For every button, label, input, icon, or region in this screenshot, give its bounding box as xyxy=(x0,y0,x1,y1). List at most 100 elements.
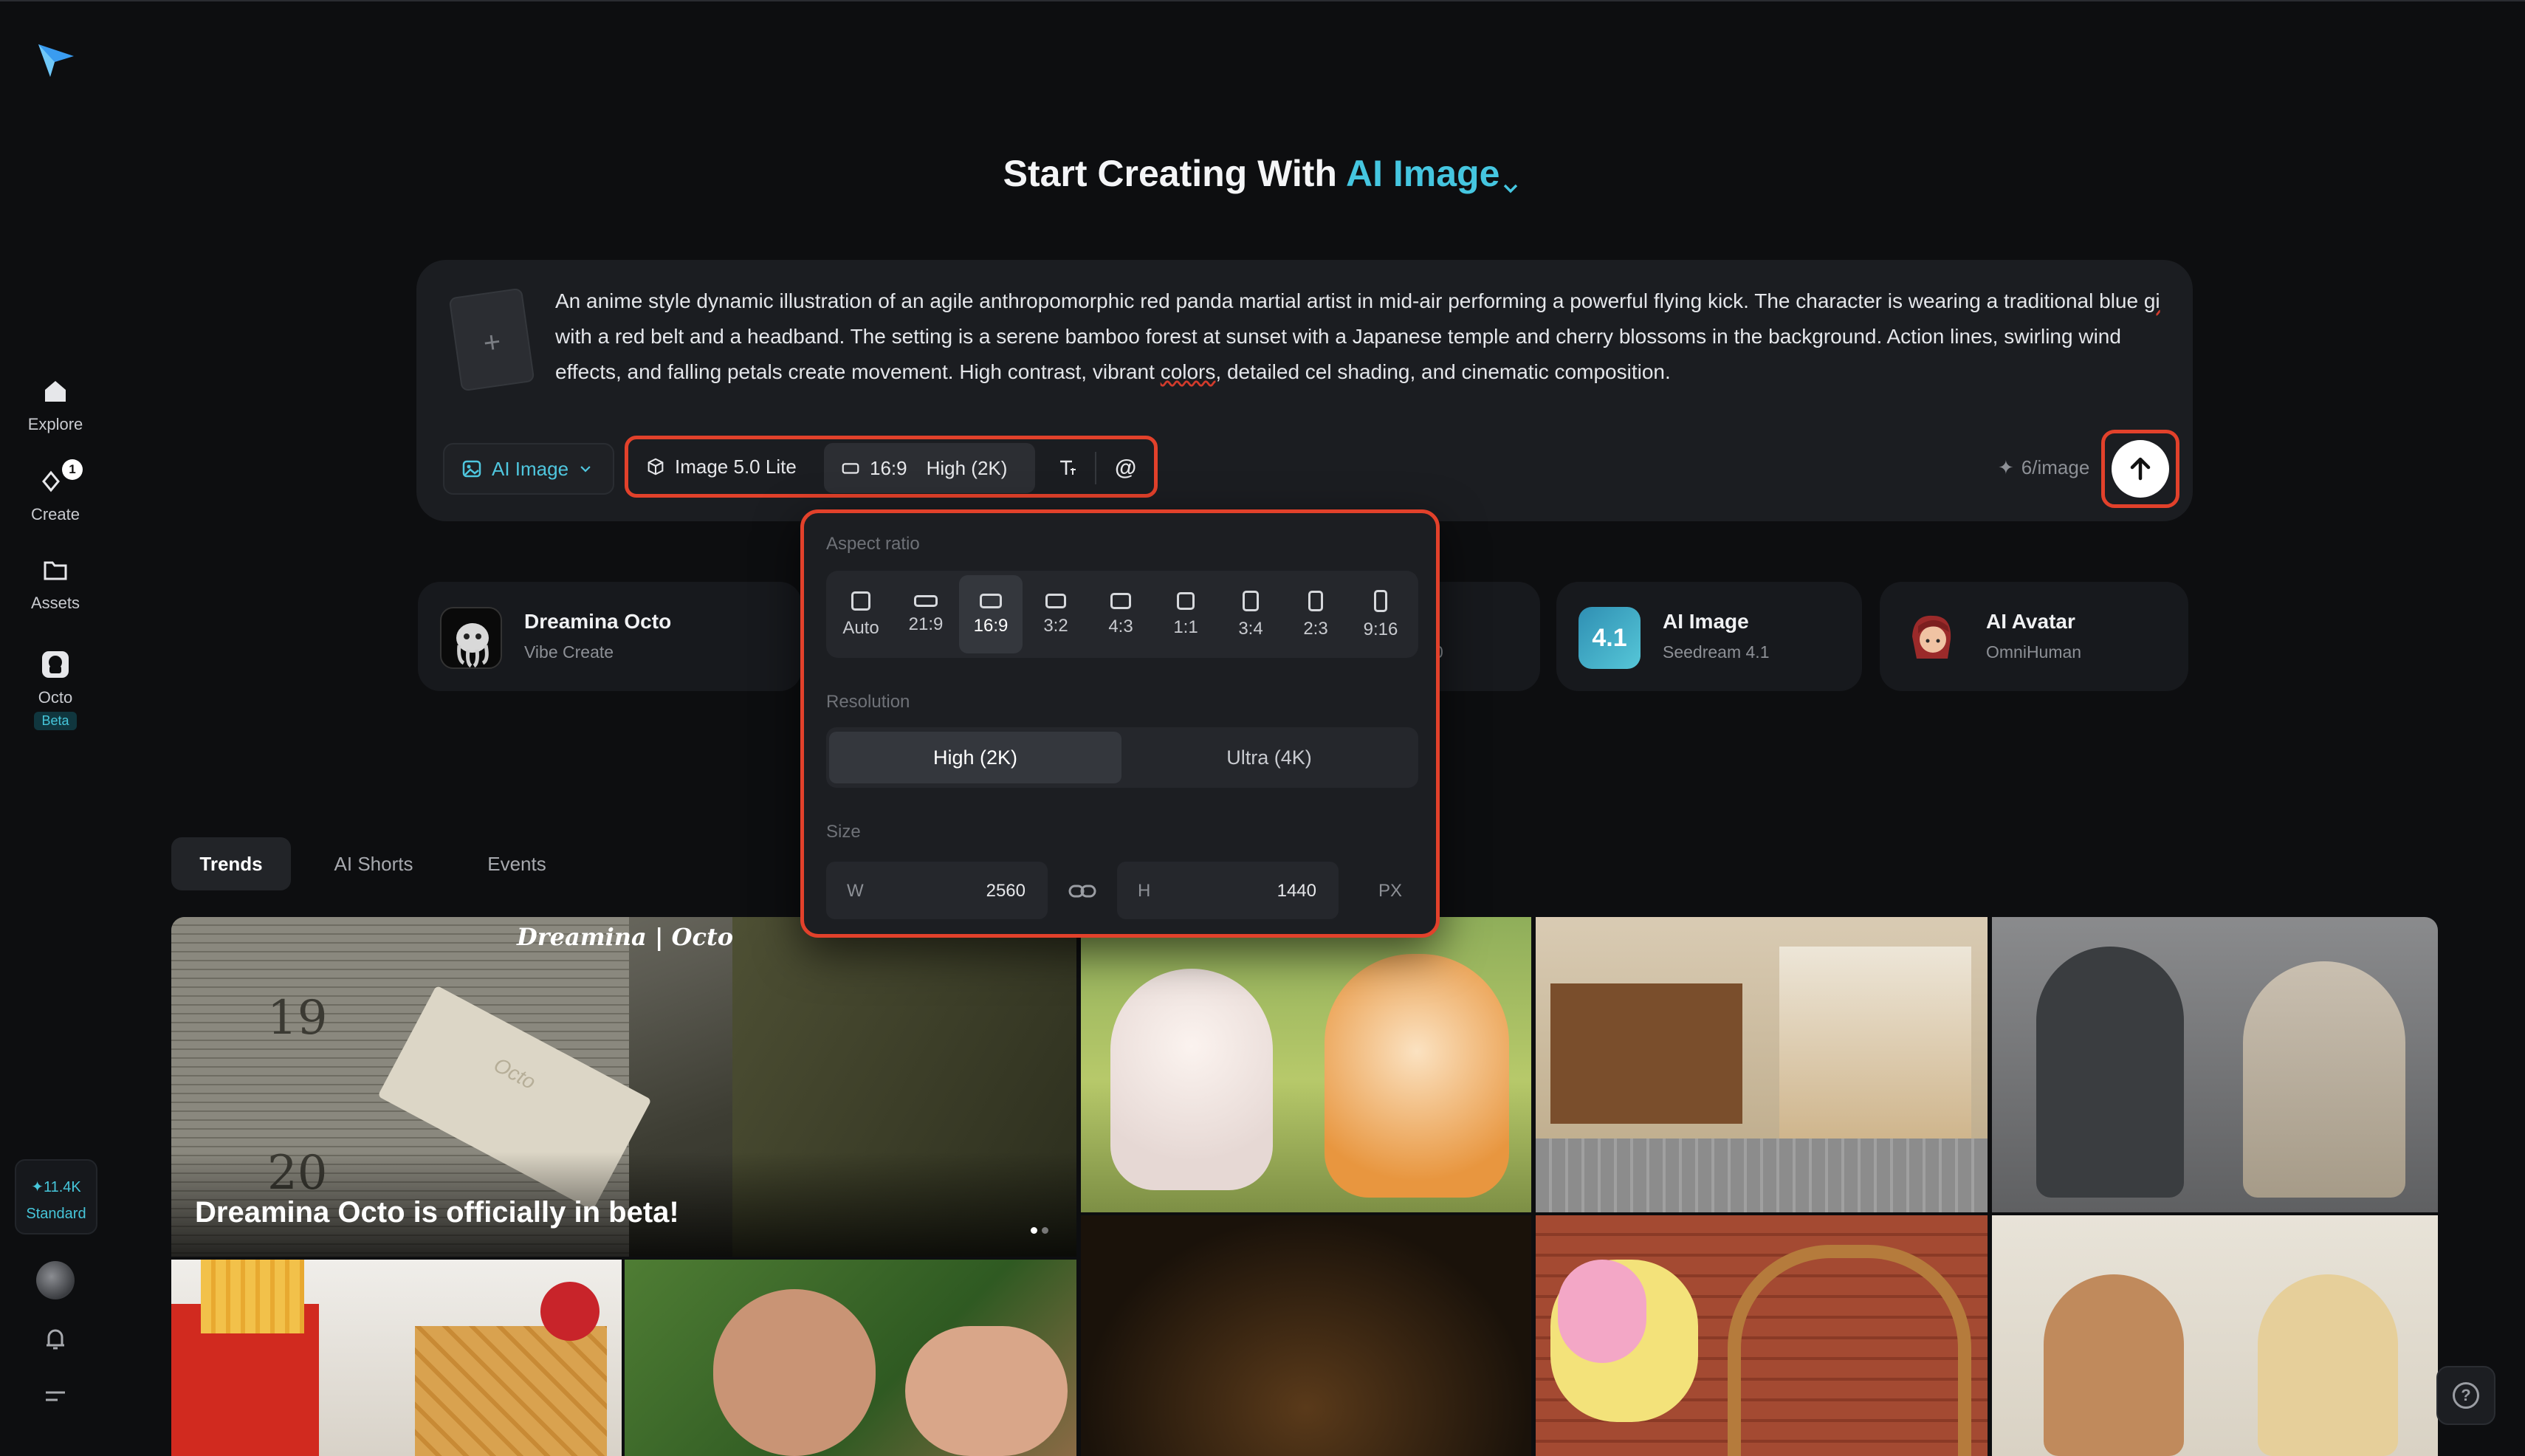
strawberry xyxy=(540,1282,600,1341)
gallery-tile-pony[interactable] xyxy=(1536,1215,1988,1456)
prompt-input[interactable]: An anime style dynamic illustration of a… xyxy=(555,284,2165,390)
ratio-label: 16:9 xyxy=(870,456,907,479)
ratio-label: 9:16 xyxy=(1363,619,1398,639)
question-icon: ? xyxy=(2453,1382,2479,1409)
face-right xyxy=(905,1326,1068,1456)
ratio-label: 4:3 xyxy=(1108,617,1133,636)
menu-icon[interactable] xyxy=(41,1385,69,1407)
hero-title: Dreamina Octo is officially in beta! xyxy=(195,1196,679,1229)
sidebar: Explore 1 Create Assets Octo Beta ✦11.4K… xyxy=(0,0,111,1456)
gallery-tile-hoodie[interactable] xyxy=(1992,917,2438,1212)
model-label: Image 5.0 Lite xyxy=(675,455,797,478)
ratio-option-1-1[interactable]: 1:1 xyxy=(1154,575,1217,653)
prompt-text-part: An anime style dynamic illustration of a… xyxy=(555,289,2144,312)
bell-icon[interactable] xyxy=(40,1323,71,1354)
pony-mane xyxy=(1558,1260,1646,1363)
ratio-option-auto[interactable]: Auto xyxy=(829,575,893,653)
kid-in-hoodie xyxy=(2243,961,2405,1198)
cost-indicator: ✦ 6/image xyxy=(1998,456,2089,479)
brand-wordmark: Dreamina | Octo xyxy=(517,923,734,951)
height-label: H xyxy=(1138,881,1151,901)
credits-widget[interactable]: ✦11.4K Standard xyxy=(15,1159,97,1234)
tab-events[interactable]: Events xyxy=(459,837,574,890)
link-aspect-icon[interactable] xyxy=(1067,878,1098,904)
gallery-tile-pets[interactable] xyxy=(1081,917,1531,1212)
waffle xyxy=(415,1326,607,1456)
prompt-text-part: , detailed cel shading, and cinematic co… xyxy=(1215,360,1671,383)
aspect-ratio-options: Auto 21:9 16:9 3:2 4:3 1:1 3:4 2:3 9:16 xyxy=(826,571,1418,658)
text-style-button[interactable] xyxy=(1042,443,1094,493)
sidebar-item-explore[interactable]: Explore xyxy=(0,375,111,434)
mailbox-number: 19 xyxy=(267,991,328,1045)
toolbar-divider xyxy=(1095,452,1096,484)
ratio-quality-selector[interactable]: 16:9 High (2K) xyxy=(824,443,1035,493)
page-title: Start Creating With AI Image xyxy=(0,152,2525,195)
mention-button[interactable]: @ xyxy=(1099,443,1153,493)
mode-selector-label: AI Image xyxy=(1345,153,1500,194)
resolution-ultra-4k[interactable]: Ultra (4K) xyxy=(1123,732,1415,783)
ratio-label: Auto xyxy=(842,618,879,638)
chevron-down-icon xyxy=(580,466,591,473)
man-in-hoodie xyxy=(2036,947,2184,1198)
app-root: Explore 1 Create Assets Octo Beta ✦11.4K… xyxy=(0,0,2525,1456)
carousel-dots[interactable] xyxy=(1031,1224,1053,1237)
ratio-option-4-3[interactable]: 4:3 xyxy=(1089,575,1152,653)
tab-trends[interactable]: Trends xyxy=(171,837,291,890)
ratio-9-16-icon xyxy=(1374,590,1387,612)
gallery-tile-couple[interactable] xyxy=(625,1260,1076,1456)
gallery-tile-portraits[interactable] xyxy=(1992,1215,2438,1456)
sidebar-item-label: Octo xyxy=(38,688,73,707)
generate-button[interactable] xyxy=(2112,440,2169,498)
ratio-3-4-icon xyxy=(1243,591,1259,611)
feature-card-ai-image[interactable]: 4.1 AI Image Seedream 4.1 xyxy=(1556,582,1862,691)
ratio-2-3-icon xyxy=(1308,591,1323,611)
width-field[interactable]: W 2560 xyxy=(826,862,1048,919)
credits-amount: 11.4K xyxy=(43,1179,81,1195)
ratio-option-21-9[interactable]: 21:9 xyxy=(894,575,958,653)
sidebar-item-assets[interactable]: Assets xyxy=(0,554,111,613)
gallery-tile-water[interactable] xyxy=(1081,1215,1531,1456)
avatar[interactable] xyxy=(36,1261,75,1299)
ratio-option-16-9[interactable]: 16:9 xyxy=(959,575,1023,653)
ai-image-mode-dropdown[interactable]: AI Image xyxy=(443,443,614,495)
chevron-down-icon xyxy=(1499,165,1522,193)
mode-dropdown-label: AI Image xyxy=(492,457,569,480)
sidebar-item-create[interactable]: 1 Create xyxy=(0,459,111,524)
resolution-high-2k[interactable]: High (2K) xyxy=(829,732,1121,783)
ratio-21-9-icon xyxy=(914,595,938,607)
ratio-label: 1:1 xyxy=(1173,617,1198,637)
cost-label: 6/image xyxy=(2021,456,2090,478)
sidebar-item-octo[interactable]: Octo Beta xyxy=(0,648,111,730)
envelope-text: Octo xyxy=(489,1053,540,1094)
feature-title: AI Avatar xyxy=(1986,610,2075,633)
ratio-option-2-3[interactable]: 2:3 xyxy=(1284,575,1347,653)
feature-card-octo[interactable]: Dreamina Octo Vibe Create xyxy=(418,582,802,691)
model-selector[interactable]: Image 5.0 Lite xyxy=(629,442,821,492)
ratio-auto-icon xyxy=(851,591,870,611)
portrait-left xyxy=(2044,1274,2184,1456)
ratio-label: 3:4 xyxy=(1238,619,1263,639)
unit-label: PX xyxy=(1378,881,1403,901)
feature-title: AI Image xyxy=(1663,610,1749,633)
ratio-label: 2:3 xyxy=(1303,619,1328,639)
top-divider xyxy=(0,0,2525,1)
text-format-icon xyxy=(1060,460,1076,475)
feature-subtitle: Seedream 4.1 xyxy=(1663,642,1770,662)
mode-selector[interactable]: AI Image xyxy=(1346,153,1522,194)
image-upload-button[interactable]: + xyxy=(448,287,535,392)
tab-ai-shorts[interactable]: AI Shorts xyxy=(309,837,439,890)
gallery-tile-food[interactable] xyxy=(171,1260,622,1456)
glass-kitten xyxy=(1325,954,1509,1198)
glass-puppy xyxy=(1110,969,1273,1190)
gallery-tile-lego-kitchen[interactable] xyxy=(1536,917,1988,1212)
ratio-option-9-16[interactable]: 9:16 xyxy=(1349,575,1412,653)
feature-card-ai-avatar[interactable]: AI Avatar OmniHuman xyxy=(1880,582,2188,691)
ratio-icon xyxy=(842,463,859,474)
sidebar-item-label: Explore xyxy=(27,415,83,433)
ratio-option-3-2[interactable]: 3:2 xyxy=(1024,575,1088,653)
help-button[interactable]: ? xyxy=(2436,1366,2495,1425)
height-field[interactable]: H 1440 xyxy=(1117,862,1339,919)
image-icon xyxy=(462,460,481,478)
dreamina-logo-icon[interactable] xyxy=(35,41,77,80)
ratio-option-3-4[interactable]: 3:4 xyxy=(1219,575,1282,653)
